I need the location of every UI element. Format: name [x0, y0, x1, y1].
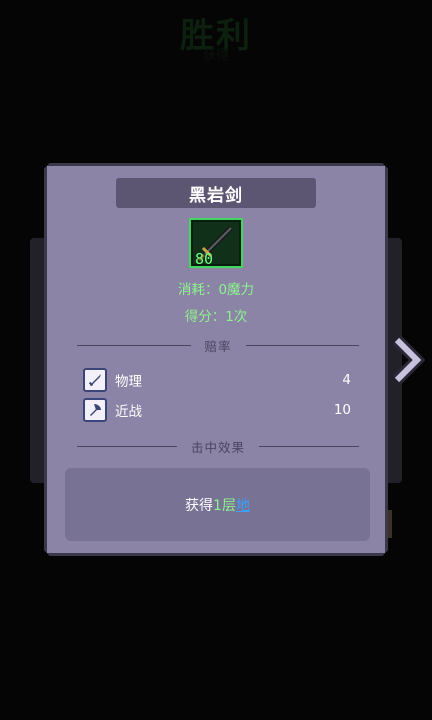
- item-slot[interactable]: 80: [189, 218, 243, 268]
- background-subtitle: 获得: [202, 48, 229, 63]
- sword-type-icon: [83, 368, 107, 392]
- odds-row-melee: 近战 10: [83, 397, 351, 423]
- effect-amount: 1层: [213, 497, 236, 514]
- background-panel-left: [30, 238, 44, 483]
- odds-label: 物理: [115, 374, 142, 390]
- odds-value: 10: [333, 402, 351, 418]
- odds-divider: 赔率: [77, 337, 359, 353]
- item-cost: 80: [195, 250, 214, 268]
- effect-box: 获得 1层地: [65, 468, 370, 541]
- hit-effect-divider: 击中效果: [77, 438, 359, 454]
- hit-effect-header: 击中效果: [191, 439, 246, 455]
- next-card-button[interactable]: [386, 332, 430, 388]
- item-name: 黑岩剑: [189, 185, 243, 206]
- consume-text: 消耗：0魔力: [177, 282, 255, 298]
- item-name-bar: 黑岩剑: [116, 178, 316, 208]
- effect-prefix: 获得: [185, 497, 214, 514]
- melee-type-icon: [83, 398, 107, 422]
- chevron-right-icon: [392, 335, 425, 385]
- odds-row-physical: 物理 4: [83, 367, 351, 393]
- odds-value: 4: [342, 372, 351, 388]
- odds-label: 近战: [115, 404, 142, 420]
- odds-header: 赔率: [204, 338, 232, 354]
- score-text: 得分：1次: [184, 309, 248, 325]
- item-card: 黑岩剑 80 消耗：0魔力 得分：1次 赔率 物理 4 近战 10 击中效果 获…: [44, 163, 388, 556]
- effect-link[interactable]: 地: [236, 495, 250, 515]
